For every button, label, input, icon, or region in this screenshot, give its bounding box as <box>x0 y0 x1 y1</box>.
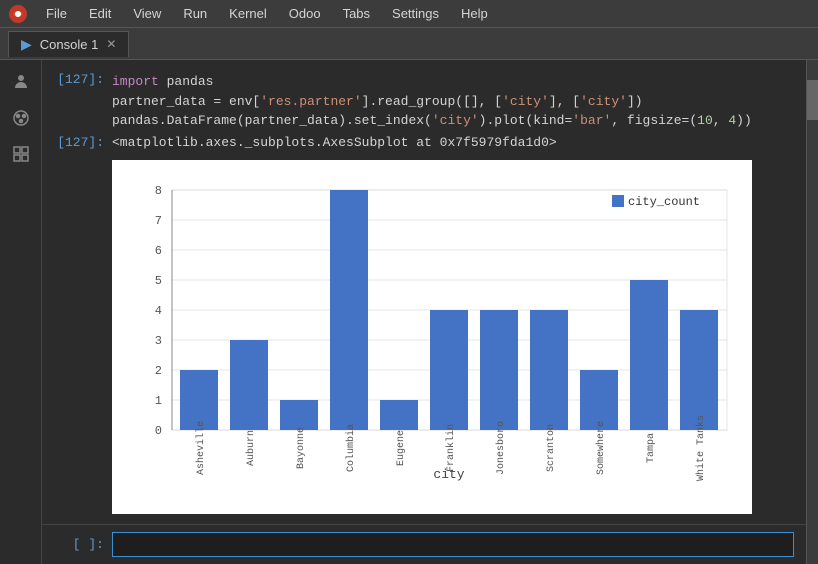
notebook[interactable]: [127]: import pandas partner_data = env[… <box>42 60 806 564</box>
cell-127-output-prompt: [127]: <box>42 135 112 150</box>
input-cell: [ ]: <box>42 524 806 564</box>
menubar: File Edit View Run Kernel Odoo Tabs Sett… <box>0 0 818 28</box>
x-axis-label: city <box>433 467 464 482</box>
svg-text:7: 7 <box>155 214 162 228</box>
menu-odoo[interactable]: Odoo <box>279 4 331 23</box>
bar-scranton <box>530 310 568 430</box>
legend-color <box>612 195 624 207</box>
sidebar <box>0 60 42 564</box>
bar-jonesboro <box>480 310 518 430</box>
code-line-2: partner_data = env['res.partner'].read_g… <box>112 92 794 112</box>
menu-kernel[interactable]: Kernel <box>219 4 277 23</box>
bar-columbia <box>330 190 368 430</box>
menu-settings[interactable]: Settings <box>382 4 449 23</box>
svg-text:Eugene: Eugene <box>396 429 407 465</box>
svg-text:Scranton: Scranton <box>546 423 557 471</box>
menu-help[interactable]: Help <box>451 4 498 23</box>
menu-file[interactable]: File <box>36 4 77 23</box>
code-line-1: import pandas <box>112 72 794 92</box>
cell-127-prompt: [127]: <box>42 72 112 131</box>
cell-127-output: [127]: <matplotlib.axes._subplots.AxesSu… <box>42 133 806 152</box>
input-prompt: [ ]: <box>42 537 112 552</box>
tab-icon: ▶ <box>21 36 32 53</box>
svg-text:Bayonne: Bayonne <box>296 426 307 468</box>
sidebar-icon-person[interactable] <box>9 70 33 94</box>
svg-text:3: 3 <box>155 334 162 348</box>
svg-text:5: 5 <box>155 274 162 288</box>
bar-whitetanks <box>680 310 718 430</box>
svg-text:0: 0 <box>155 424 162 438</box>
bar-bayonne <box>280 400 318 430</box>
bar-franklin <box>430 310 468 430</box>
tab-close-button[interactable]: ✕ <box>106 37 116 51</box>
cell-127-output-text: <matplotlib.axes._subplots.AxesSubplot a… <box>112 135 806 150</box>
svg-text:Somewhere: Somewhere <box>595 420 607 474</box>
menu-tabs[interactable]: Tabs <box>333 4 380 23</box>
svg-text:4: 4 <box>155 304 162 318</box>
sidebar-icon-grid[interactable] <box>9 142 33 166</box>
tabbar: ▶ Console 1 ✕ <box>0 28 818 60</box>
cell-127-input: [127]: import pandas partner_data = env[… <box>42 70 806 133</box>
menu-run[interactable]: Run <box>173 4 217 23</box>
svg-text:White Tanks: White Tanks <box>695 414 707 480</box>
svg-text:1: 1 <box>155 394 162 408</box>
svg-text:Columbia: Columbia <box>345 423 357 471</box>
bar-eugene <box>380 400 418 430</box>
svg-text:Jonesboro: Jonesboro <box>495 420 507 474</box>
cell-127-code: import pandas partner_data = env['res.pa… <box>112 72 806 131</box>
bar-auburn <box>230 340 268 430</box>
chart-container: 0 1 2 3 4 5 <box>112 160 752 514</box>
bar-tampa <box>630 280 668 430</box>
app-icon <box>8 4 28 24</box>
legend-label: city_count <box>628 195 700 209</box>
svg-text:6: 6 <box>155 244 162 258</box>
tab-console1[interactable]: ▶ Console 1 ✕ <box>8 31 129 57</box>
main-area: [127]: import pandas partner_data = env[… <box>0 60 818 564</box>
scroll-indicator[interactable] <box>806 60 818 564</box>
code-line-3: pandas.DataFrame(partner_data).set_index… <box>112 111 794 131</box>
menu-view[interactable]: View <box>123 4 171 23</box>
menu-edit[interactable]: Edit <box>79 4 121 23</box>
svg-text:8: 8 <box>155 184 162 198</box>
svg-text:Tampa: Tampa <box>646 432 657 462</box>
bar-chart: 0 1 2 3 4 5 <box>122 170 742 490</box>
scroll-thumb[interactable] <box>807 80 818 120</box>
code-input[interactable] <box>112 532 794 557</box>
svg-text:Auburn: Auburn <box>245 429 257 465</box>
svg-text:2: 2 <box>155 364 162 378</box>
output-matplotlib-text: <matplotlib.axes._subplots.AxesSubplot a… <box>112 135 557 150</box>
sidebar-icon-palette[interactable] <box>9 106 33 130</box>
svg-text:Franklin: Franklin <box>445 423 457 471</box>
tab-label: Console 1 <box>40 37 99 52</box>
svg-text:Asheville: Asheville <box>195 420 207 474</box>
